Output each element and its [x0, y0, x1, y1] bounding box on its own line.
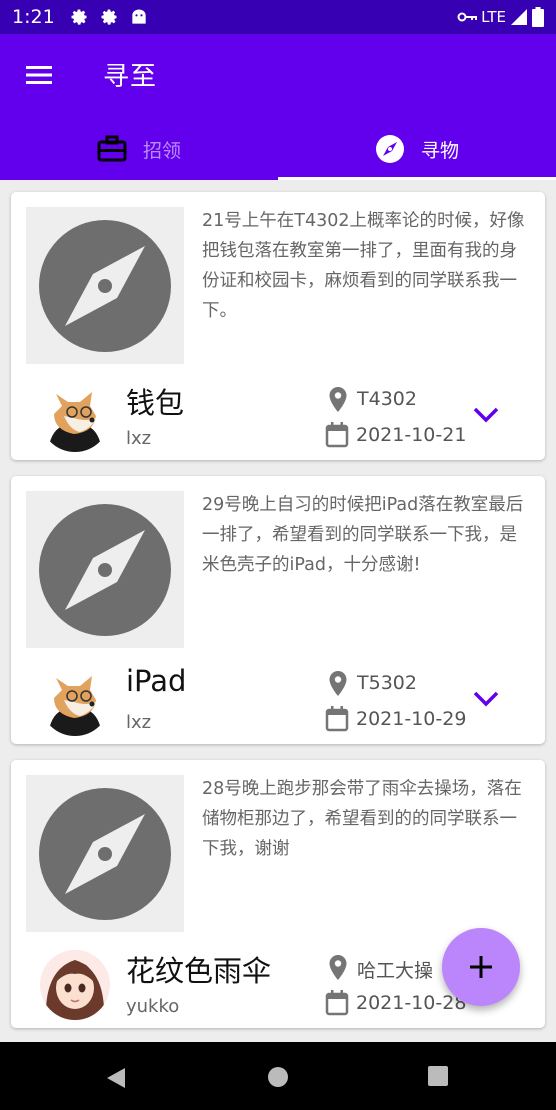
- status-bar: 1:21 LTE: [0, 0, 556, 34]
- home-icon[interactable]: [267, 1066, 289, 1088]
- item-thumbnail: [26, 775, 184, 932]
- avatar: [40, 950, 110, 1020]
- tab-found-label: 招领: [142, 139, 181, 162]
- item-user: lxz: [126, 712, 152, 733]
- android-icon: [132, 8, 146, 24]
- avatar: [40, 666, 110, 736]
- calendar-icon: [325, 990, 349, 1016]
- calendar-icon: [325, 706, 349, 732]
- compass-placeholder-icon: [39, 219, 171, 352]
- compass-placeholder-icon: [39, 503, 171, 636]
- tab-lost[interactable]: 寻物: [278, 118, 556, 180]
- item-location: T5302: [357, 672, 417, 694]
- recents-icon[interactable]: [428, 1066, 448, 1086]
- location-icon: [329, 387, 347, 412]
- app-bar: 寻至 招领 寻物: [0, 34, 556, 180]
- status-time: 1:21: [12, 6, 55, 28]
- app-title: 寻至: [103, 62, 158, 92]
- item-user: yukko: [126, 996, 180, 1017]
- tab-bar: 招领 寻物: [0, 118, 556, 180]
- item-list[interactable]: 21号上午在T4302上概率论的时候，好像把钱包落在教室第一排了，里面有我的身份…: [0, 180, 556, 1042]
- compass-placeholder-icon: [39, 787, 171, 920]
- location-icon: [329, 671, 347, 696]
- item-date: 2021-10-28: [356, 992, 467, 1014]
- item-name: 花纹色雨伞: [126, 954, 272, 988]
- gear-icon: [101, 9, 117, 25]
- calendar-icon: [325, 422, 349, 448]
- menu-icon[interactable]: [22, 60, 56, 90]
- signal-icon: [511, 9, 527, 25]
- item-user: lxz: [126, 428, 152, 449]
- system-nav-bar: [0, 1042, 556, 1110]
- item-description: 21号上午在T4302上概率论的时候，好像把钱包落在教室第一排了，里面有我的身份…: [202, 211, 525, 321]
- tab-lost-label: 寻物: [420, 139, 459, 162]
- item-card[interactable]: 21号上午在T4302上概率论的时候，好像把钱包落在教室第一排了，里面有我的身份…: [11, 192, 545, 460]
- item-card[interactable]: 29号晚上自习的时候把iPad落在教室最后一排了，希望看到的同学联系一下我，是米…: [11, 476, 545, 744]
- item-date: 2021-10-29: [356, 708, 467, 730]
- avatar: [40, 382, 110, 452]
- item-thumbnail: [26, 207, 184, 364]
- key-icon: [457, 12, 478, 22]
- tab-found[interactable]: 招领: [0, 118, 278, 180]
- item-location: 哈工大操: [357, 960, 434, 982]
- item-name: 钱包: [126, 386, 185, 420]
- back-icon[interactable]: [105, 1066, 127, 1090]
- status-right: LTE: [457, 7, 544, 27]
- plus-icon: [470, 956, 492, 978]
- location-icon: [329, 955, 347, 980]
- item-thumbnail: [26, 491, 184, 648]
- battery-icon: [532, 7, 544, 27]
- item-location: T4302: [357, 388, 417, 410]
- item-date: 2021-10-21: [356, 424, 467, 446]
- add-item-button[interactable]: [442, 928, 520, 1006]
- expand-chevron-icon[interactable]: [471, 688, 501, 710]
- compass-icon: [375, 135, 404, 163]
- network-label: LTE: [481, 8, 506, 26]
- briefcase-icon: [97, 135, 127, 162]
- item-name: iPad: [126, 664, 187, 698]
- item-description: 28号晚上跑步那会带了雨伞去操场，落在储物柜那边了，希望看到的的同学联系一下我，…: [202, 779, 522, 859]
- item-description: 29号晚上自习的时候把iPad落在教室最后一排了，希望看到的同学联系一下我，是米…: [202, 495, 524, 575]
- expand-chevron-icon[interactable]: [471, 404, 501, 426]
- gear-icon: [71, 9, 87, 25]
